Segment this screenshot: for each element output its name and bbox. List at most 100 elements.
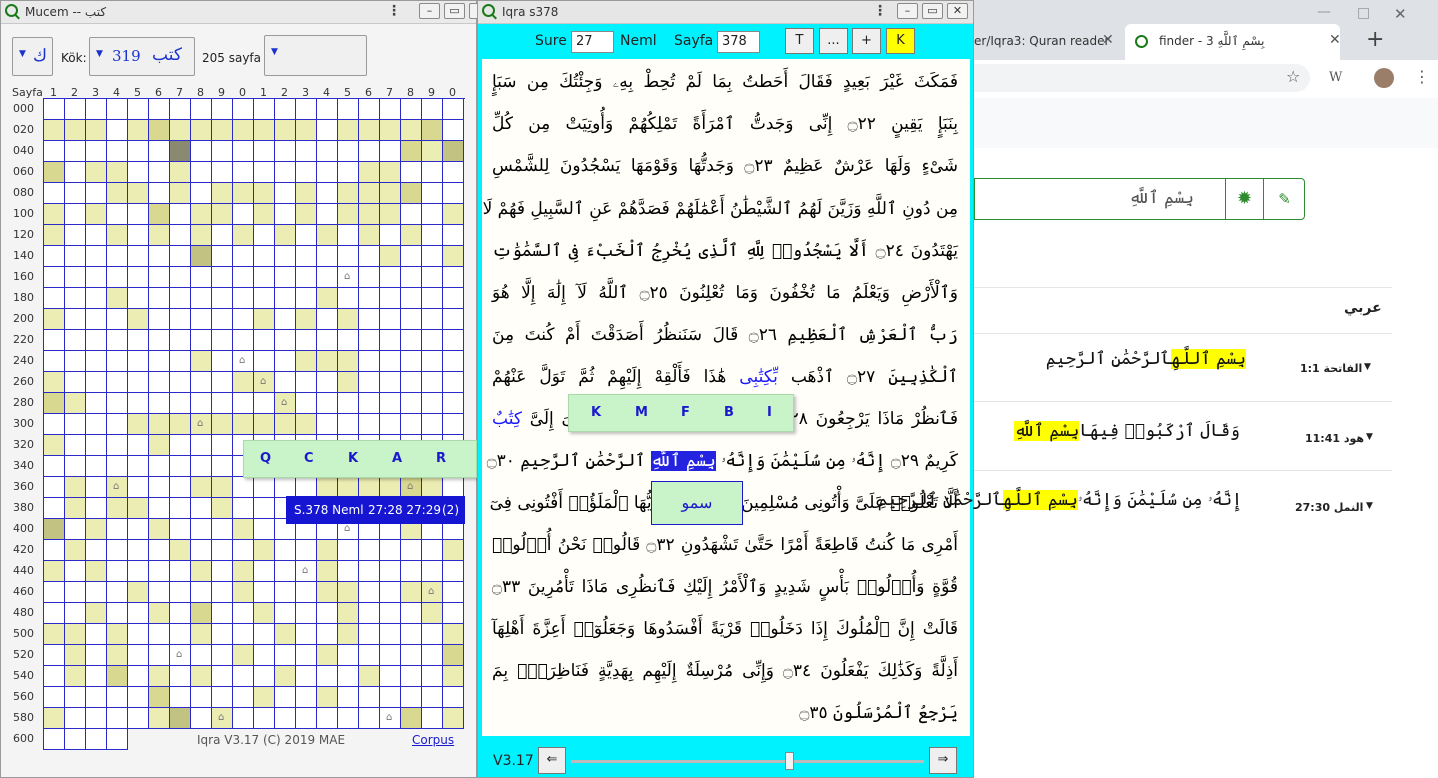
grid-page-cell[interactable] — [107, 519, 128, 540]
grid-page-cell[interactable] — [170, 267, 191, 288]
grid-page-cell[interactable] — [401, 288, 422, 309]
grid-page-cell[interactable] — [233, 267, 254, 288]
grid-page-cell[interactable] — [443, 351, 464, 372]
grid-page-cell[interactable] — [254, 309, 275, 330]
grid-page-cell[interactable] — [254, 540, 275, 561]
grid-page-cell[interactable] — [191, 99, 212, 120]
grid-page-cell[interactable] — [359, 141, 380, 162]
grid-page-cell[interactable] — [338, 603, 359, 624]
grid-page-cell[interactable] — [359, 99, 380, 120]
grid-page-cell[interactable] — [275, 288, 296, 309]
grid-page-cell[interactable] — [86, 708, 107, 729]
grid-page-cell[interactable] — [44, 582, 65, 603]
grid-page-cell[interactable] — [149, 141, 170, 162]
grid-page-cell[interactable] — [212, 183, 233, 204]
grid-page-cell[interactable] — [107, 267, 128, 288]
grid-page-cell[interactable] — [149, 561, 170, 582]
grid-page-cell[interactable] — [128, 330, 149, 351]
grid-page-cell[interactable] — [65, 624, 86, 645]
grid-page-cell[interactable] — [191, 645, 212, 666]
grid-page-cell[interactable] — [317, 477, 338, 498]
grid-page-cell[interactable] — [191, 687, 212, 708]
popup-k-button[interactable]: K — [591, 405, 601, 420]
grid-page-cell[interactable] — [338, 414, 359, 435]
grid-page-cell[interactable] — [401, 666, 422, 687]
grid-page-cell[interactable] — [338, 582, 359, 603]
grid-page-cell[interactable] — [86, 414, 107, 435]
grid-page-cell[interactable] — [65, 267, 86, 288]
grid-page-cell[interactable] — [212, 624, 233, 645]
grid-page-cell[interactable] — [422, 267, 443, 288]
grid-page-cell[interactable] — [338, 330, 359, 351]
minimize-button[interactable]: — — [1317, 4, 1331, 20]
grid-page-cell[interactable] — [149, 99, 170, 120]
grid-page-cell[interactable] — [170, 141, 191, 162]
grid-page-cell[interactable] — [128, 351, 149, 372]
next-page-button[interactable]: ⇒ — [929, 747, 957, 774]
grid-page-cell[interactable] — [170, 477, 191, 498]
grid-page-cell[interactable] — [275, 351, 296, 372]
grid-page-cell[interactable] — [65, 414, 86, 435]
grid-page-cell[interactable] — [86, 330, 107, 351]
grid-page-cell[interactable] — [212, 141, 233, 162]
grid-page-cell[interactable] — [191, 393, 212, 414]
grid-page-cell[interactable] — [443, 603, 464, 624]
grid-page-cell[interactable] — [359, 666, 380, 687]
grid-page-cell[interactable] — [317, 288, 338, 309]
grid-page-cell[interactable] — [44, 204, 65, 225]
grid-page-cell[interactable] — [170, 414, 191, 435]
grid-page-cell[interactable] — [107, 351, 128, 372]
grid-page-cell[interactable] — [107, 120, 128, 141]
mucem-titlebar[interactable]: Mucem -- كتب ⋮ – ▭ — [1, 1, 478, 24]
grid-page-cell[interactable] — [401, 330, 422, 351]
grid-page-cell[interactable] — [65, 582, 86, 603]
grid-page-cell[interactable] — [359, 414, 380, 435]
grid-page-cell[interactable] — [65, 603, 86, 624]
grid-page-cell[interactable] — [44, 519, 65, 540]
grid-page-cell[interactable] — [380, 246, 401, 267]
grid-page-cell[interactable] — [422, 225, 443, 246]
grid-page-cell[interactable] — [401, 141, 422, 162]
grid-page-cell[interactable] — [170, 666, 191, 687]
grid-page-cell[interactable] — [338, 561, 359, 582]
grid-page-cell[interactable] — [170, 309, 191, 330]
grid-page-cell[interactable] — [149, 225, 170, 246]
page-slider[interactable] — [571, 760, 924, 763]
grid-page-cell[interactable] — [254, 477, 275, 498]
grid-page-cell[interactable] — [317, 540, 338, 561]
grid-page-cell[interactable] — [422, 120, 443, 141]
grid-page-cell[interactable] — [317, 267, 338, 288]
grid-page-cell[interactable] — [254, 666, 275, 687]
grid-page-cell[interactable] — [86, 687, 107, 708]
grid-page-cell[interactable] — [86, 645, 107, 666]
grid-page-cell[interactable] — [380, 204, 401, 225]
grid-page-cell[interactable] — [275, 99, 296, 120]
grid-page-cell[interactable] — [296, 666, 317, 687]
grid-page-cell[interactable] — [275, 687, 296, 708]
grid-page-cell[interactable] — [107, 141, 128, 162]
grid-page-cell[interactable] — [44, 645, 65, 666]
grid-page-cell[interactable] — [170, 561, 191, 582]
grid-page-cell[interactable] — [149, 414, 170, 435]
grid-page-cell[interactable] — [233, 498, 254, 519]
grid-page-cell[interactable] — [338, 204, 359, 225]
grid-page-cell[interactable] — [254, 687, 275, 708]
grid-page-cell[interactable] — [149, 477, 170, 498]
grid-page-cell[interactable] — [191, 267, 212, 288]
grid-page-cell[interactable] — [65, 708, 86, 729]
grid-page-cell[interactable] — [233, 99, 254, 120]
grid-page-cell[interactable] — [422, 288, 443, 309]
t-button[interactable]: T — [785, 28, 814, 54]
grid-page-cell[interactable] — [149, 624, 170, 645]
grid-page-cell[interactable] — [191, 372, 212, 393]
grid-page-cell[interactable] — [296, 162, 317, 183]
grid-page-cell[interactable] — [86, 456, 107, 477]
settings-gear-icon[interactable]: ✹ — [1225, 178, 1263, 220]
grid-page-cell[interactable] — [65, 519, 86, 540]
popup-b-button[interactable]: B — [724, 405, 734, 420]
grid-page-cell[interactable] — [296, 624, 317, 645]
grid-page-cell[interactable] — [212, 246, 233, 267]
grid-page-cell[interactable] — [149, 120, 170, 141]
grid-page-cell[interactable] — [422, 141, 443, 162]
grid-page-cell[interactable] — [275, 477, 296, 498]
